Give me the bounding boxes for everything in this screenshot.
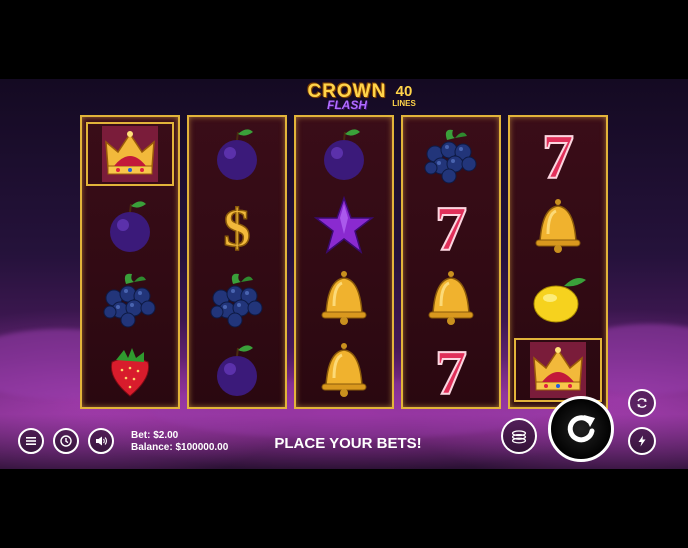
coins-icon — [511, 430, 527, 444]
symbol-plum — [189, 334, 285, 406]
sound-icon — [96, 436, 107, 446]
symbol-bell — [296, 262, 392, 334]
spin-icon — [567, 415, 595, 443]
game-area: CROWN FLASH 40 LINES $7 7 7 Bet: $2.00 Bal… — [0, 79, 688, 469]
blueberries-icon — [103, 273, 156, 328]
lines-badge: 40 LINES — [391, 84, 417, 108]
lines-number: 40 — [395, 83, 413, 100]
symbol-crown — [510, 334, 606, 406]
history-icon — [60, 435, 72, 447]
lines-label: LINES — [392, 99, 416, 108]
symbol-blueberries — [82, 262, 178, 334]
symbol-seven: 7 — [403, 334, 499, 406]
symbol-dollar: $ — [189, 190, 285, 262]
sound-button[interactable] — [88, 428, 114, 454]
game-logo: CROWN FLASH — [303, 81, 391, 115]
bell-icon — [535, 199, 581, 253]
reel-1 — [80, 115, 180, 409]
symbol-blueberries — [403, 118, 499, 190]
menu-button[interactable] — [18, 428, 44, 454]
logo-subtitle: FLASH — [327, 98, 367, 112]
symbol-lemon — [510, 262, 606, 334]
spin-button[interactable] — [548, 396, 614, 462]
seven-icon: 7 — [434, 194, 468, 258]
seven-icon: 7 — [434, 338, 468, 402]
menu-icon — [26, 437, 36, 445]
symbol-bell — [296, 334, 392, 406]
plum-icon — [217, 129, 257, 180]
plum-icon — [110, 201, 150, 252]
crown-icon — [102, 126, 158, 182]
turbo-icon — [638, 435, 646, 447]
autoplay-button[interactable] — [628, 389, 656, 417]
plum-icon — [324, 129, 364, 180]
symbol-bell — [403, 262, 499, 334]
symbol-blueberries — [189, 262, 285, 334]
bet-coins-button[interactable] — [501, 418, 537, 454]
blueberries-icon — [210, 273, 263, 328]
strawberry-icon — [110, 348, 150, 397]
symbol-bell — [510, 190, 606, 262]
seven-icon: 7 — [541, 122, 575, 186]
reel-2: $ — [187, 115, 287, 409]
reel-3 — [294, 115, 394, 409]
blueberries-icon — [424, 129, 477, 184]
svg-text:$: $ — [224, 198, 251, 258]
bet-info: Bet: $2.00 Balance: $100000.00 — [131, 430, 228, 454]
dollar-icon: $ — [223, 197, 252, 258]
status-message: PLACE YOUR BETS! — [274, 435, 422, 452]
turbo-button[interactable] — [628, 427, 656, 455]
bell-icon — [321, 343, 367, 397]
bet-amount: Bet: $2.00 — [131, 430, 179, 441]
symbol-crown — [82, 118, 178, 190]
control-bar: Bet: $2.00 Balance: $100000.00 PLACE YOU… — [0, 389, 688, 469]
svg-text:7: 7 — [435, 194, 467, 258]
balance-amount: Balance: $100000.00 — [131, 442, 229, 453]
bell-icon — [321, 271, 367, 325]
symbol-seven: 7 — [510, 118, 606, 190]
svg-text:7: 7 — [542, 122, 574, 186]
star-icon — [313, 195, 375, 254]
symbol-seven: 7 — [403, 190, 499, 262]
symbol-plum — [296, 118, 392, 190]
symbol-star — [296, 190, 392, 262]
symbol-plum — [82, 190, 178, 262]
symbol-plum — [189, 118, 285, 190]
symbol-strawberry — [82, 334, 178, 406]
history-button[interactable] — [53, 428, 79, 454]
plum-icon — [217, 345, 257, 396]
autoplay-icon — [637, 398, 647, 408]
reel-4: 77 — [401, 115, 501, 409]
lemon-icon — [533, 278, 586, 323]
crown-icon — [530, 342, 586, 398]
svg-text:7: 7 — [435, 338, 467, 402]
bell-icon — [428, 271, 474, 325]
reel-5: 7 — [508, 115, 608, 409]
